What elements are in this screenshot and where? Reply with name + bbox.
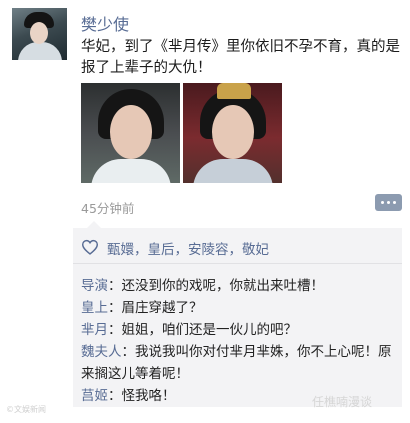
watermark-right: 任樵喃漫谈 bbox=[312, 395, 373, 409]
comment-author[interactable]: 导演 bbox=[81, 278, 108, 294]
post-username[interactable]: 樊少使 bbox=[81, 11, 129, 35]
comment-text: 姐姐，咱们还是一伙儿的吧？ bbox=[121, 322, 298, 338]
comment-author[interactable]: 魏夫人 bbox=[81, 344, 122, 360]
comment-box: 甄嬛，皇后，安陵容，敬妃 导演：还没到你的戏呢，你就出来吐槽！ 皇上：眉庄穿越了… bbox=[73, 221, 402, 407]
photo-face bbox=[212, 105, 254, 159]
comment-author[interactable]: 莒姬 bbox=[81, 388, 108, 404]
comment-separator: ： bbox=[121, 344, 136, 360]
photo-crown bbox=[217, 83, 251, 99]
comment-item[interactable]: 导演：还没到你的戏呢，你就出来吐槽！ bbox=[81, 275, 399, 297]
avatar-face bbox=[30, 22, 48, 44]
comment-author[interactable]: 芈月 bbox=[81, 322, 108, 338]
comment-separator: ： bbox=[108, 322, 122, 338]
comment-text: 还没到你的戏呢，你就出来吐槽！ bbox=[121, 278, 325, 294]
post-timestamp: 45分钟前 bbox=[81, 201, 135, 216]
comment-author[interactable]: 皇上 bbox=[81, 300, 108, 316]
post-photo-1[interactable] bbox=[81, 83, 180, 183]
post-photo-2[interactable] bbox=[183, 83, 282, 183]
likes-row: 甄嬛，皇后，安陵容，敬妃 bbox=[73, 228, 402, 264]
photo-collar bbox=[193, 159, 273, 183]
heart-outline-icon bbox=[81, 239, 99, 255]
photo-collar bbox=[91, 159, 171, 183]
photo-face bbox=[110, 105, 152, 159]
comment-more-icon bbox=[381, 201, 384, 204]
comment-text: 眉庄穿越了？ bbox=[121, 300, 203, 316]
comment-item[interactable]: 芈月：姐姐，咱们还是一伙儿的吧？ bbox=[81, 319, 399, 341]
comment-separator: ： bbox=[108, 300, 122, 316]
comment-item[interactable]: 皇上：眉庄穿越了？ bbox=[81, 297, 399, 319]
post-text: 华妃，到了《芈月传》里你依旧不孕不育，真的是报了上辈子的大仇！ bbox=[81, 39, 400, 76]
likes-names[interactable]: 甄嬛，皇后，安陵容，敬妃 bbox=[107, 238, 269, 258]
watermark-left: ©文娱新闻 bbox=[6, 405, 46, 414]
avatar[interactable] bbox=[12, 8, 67, 60]
comment-text: 怪我咯！ bbox=[121, 388, 176, 404]
comment-more-button[interactable] bbox=[375, 194, 402, 211]
comment-list: 导演：还没到你的戏呢，你就出来吐槽！ 皇上：眉庄穿越了？ 芈月：姐姐，咱们还是一… bbox=[81, 275, 399, 407]
comment-separator: ： bbox=[108, 388, 122, 404]
comment-item[interactable]: 魏夫人：我说我叫你对付芈月芈姝，你不上心呢！原来搁这儿等着呢！ bbox=[81, 341, 399, 385]
comment-separator: ： bbox=[108, 278, 122, 294]
avatar-robe bbox=[18, 42, 62, 60]
